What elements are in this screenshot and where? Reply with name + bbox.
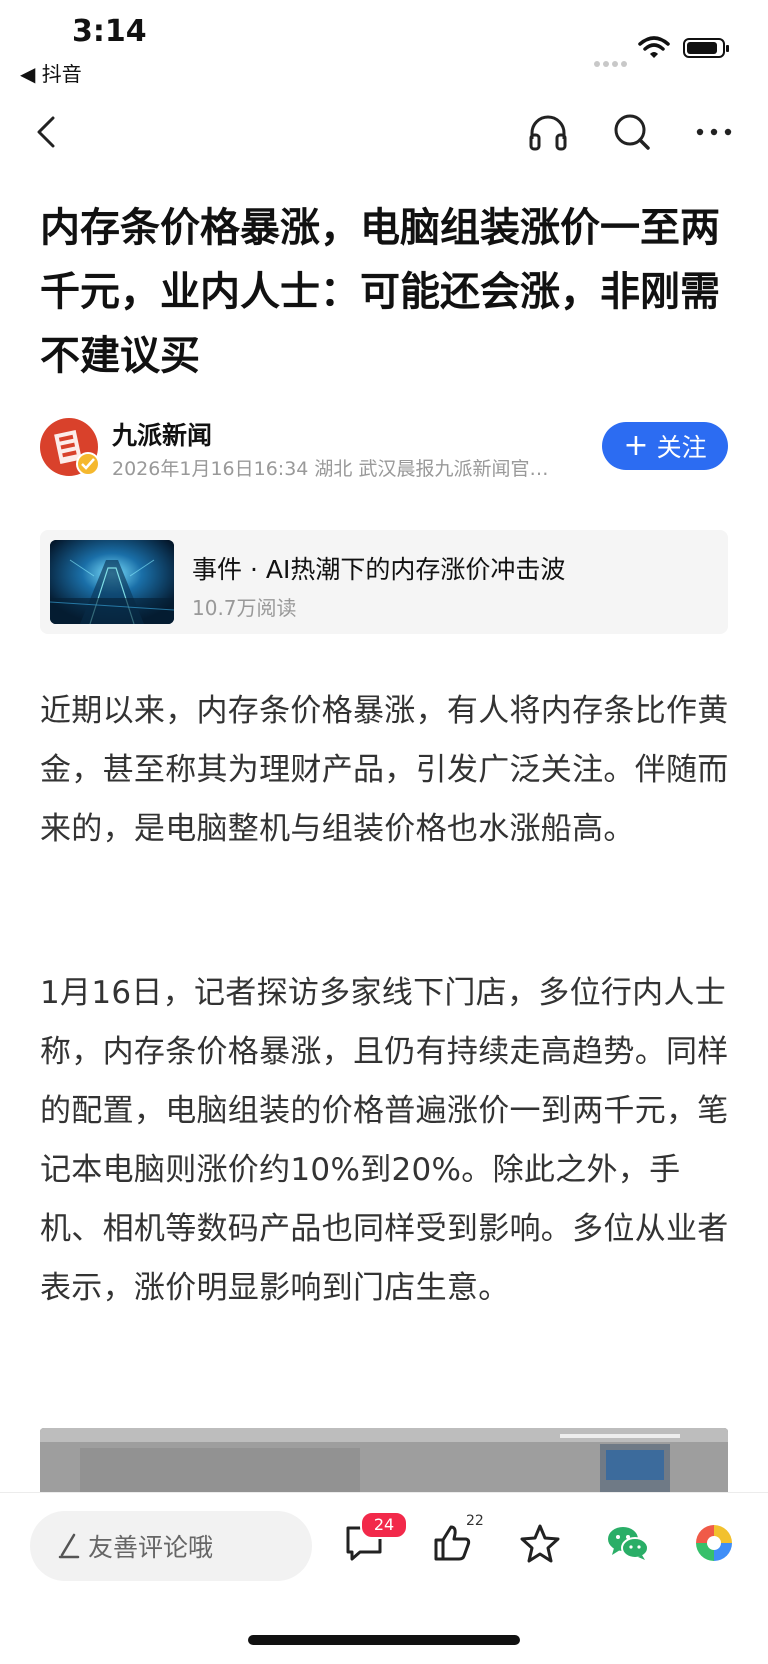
event-read-count: 10.7万阅读 [192,596,297,620]
article-paragraph: 近期以来，内存条价格暴涨，有人将内存条比作黄金，甚至称其为理财产品，引发广泛关注… [40,693,729,847]
wifi-icon [638,36,670,64]
back-icon [37,116,55,148]
status-time: 3:14 [72,14,147,49]
comment-count-badge: 24 [360,1511,408,1539]
article-title: 内存条价格暴涨，电脑组装涨价一至两千元，业内人士：可能还会涨，非刚需不建议买 [40,205,720,379]
headphones-icon [529,115,567,151]
plus-icon: + [623,428,649,463]
like-icon [434,1525,471,1561]
favorite-button[interactable] [516,1519,564,1567]
battery-icon [683,38,729,58]
star-icon [520,1524,560,1563]
back-button[interactable] [20,106,72,158]
publish-meta: 2026年1月16日16:34 湖北 武汉晨报九派新闻官… [112,458,549,480]
author-row: 九派新闻 2026年1月16日16:34 湖北 武汉晨报九派新闻官… + 关注 [40,414,730,480]
wechat-share-button[interactable] [604,1519,652,1567]
share-icon [696,1525,732,1561]
moments-share-button[interactable] [690,1519,738,1567]
top-nav [0,100,768,164]
like-count: 22 [466,1513,484,1529]
bottom-action-bar: 友善评论哦 24 22 [0,1492,768,1664]
comment-button[interactable]: 24 [340,1511,408,1567]
pen-icon [58,1533,80,1559]
comment-input[interactable]: 友善评论哦 [30,1511,312,1581]
event-card[interactable]: 事件 · AI热潮下的内存涨价冲击波 10.7万阅读 [40,530,728,634]
more-button[interactable] [688,106,740,158]
search-button[interactable] [606,106,658,158]
listen-button[interactable] [522,106,574,158]
comment-placeholder: 友善评论哦 [88,1533,214,1562]
wechat-icon [608,1527,649,1560]
more-icon [696,128,732,136]
author-name[interactable]: 九派新闻 [112,416,212,452]
back-to-app-link[interactable]: ◀ 抖音 [20,58,82,87]
signal-icon [594,52,630,67]
like-button[interactable]: 22 [428,1513,484,1567]
follow-label: 关注 [656,433,707,462]
event-title: 事件 · AI热潮下的内存涨价冲击波 [192,555,566,584]
verified-icon [76,452,100,476]
search-icon [614,114,650,150]
status-bar: 3:14 ◀ 抖音 [0,0,768,90]
follow-button[interactable]: + 关注 [602,422,728,470]
home-indicator[interactable] [248,1635,520,1645]
article-paragraph: 1月16日，记者探访多家线下门店，多位行内人士称，内存条价格暴涨，且仍有持续走高… [40,975,729,1306]
event-thumbnail [50,540,174,624]
